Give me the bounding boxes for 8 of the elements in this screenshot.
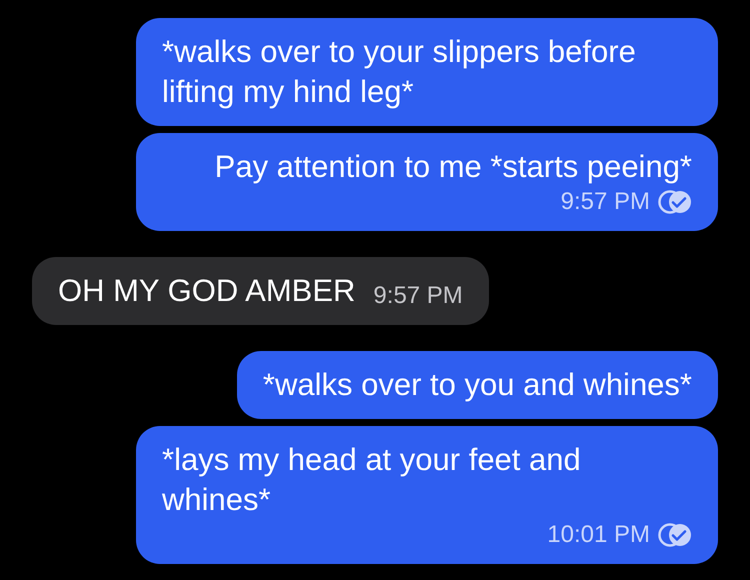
message-text: *lays my head at your feet and whines* (162, 441, 582, 519)
message-text: *walks over to your slippers before lifting my hind leg* (162, 33, 637, 111)
timestamp: 9:57 PM (373, 281, 463, 311)
message-text: OH MY GOD AMBER (58, 272, 356, 310)
timestamp: 10:01 PM (547, 520, 650, 550)
message-text: Pay attention to me *starts peeing* (214, 148, 692, 186)
message-text: *walks over to you and whines* (262, 366, 692, 404)
timestamp: 9:57 PM (560, 187, 650, 217)
